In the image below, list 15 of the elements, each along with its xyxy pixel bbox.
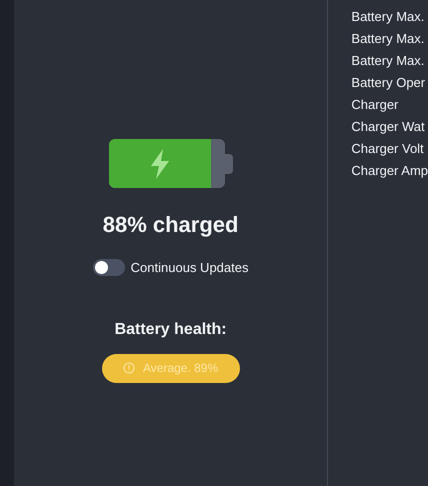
property-item[interactable]: Charger Amp [351, 160, 428, 182]
charge-status: 88% charged [102, 214, 238, 236]
battery-icon [108, 139, 233, 188]
health-label: Battery health: [114, 320, 227, 340]
toggle-switch[interactable] [92, 259, 125, 276]
property-item[interactable]: Charger [351, 94, 428, 116]
property-item[interactable]: Battery Max. [351, 50, 428, 72]
toggle-label: Continuous Updates [130, 259, 248, 277]
property-item[interactable]: Charger Volt [351, 138, 428, 160]
warning-icon [122, 362, 135, 374]
health-badge: Average. 89% [102, 354, 240, 382]
property-item[interactable]: Battery Max. [351, 6, 428, 28]
property-item[interactable]: Charger Wat [351, 116, 428, 138]
property-item[interactable]: Battery Max. [351, 28, 428, 50]
property-item[interactable]: Battery Oper [351, 72, 428, 94]
